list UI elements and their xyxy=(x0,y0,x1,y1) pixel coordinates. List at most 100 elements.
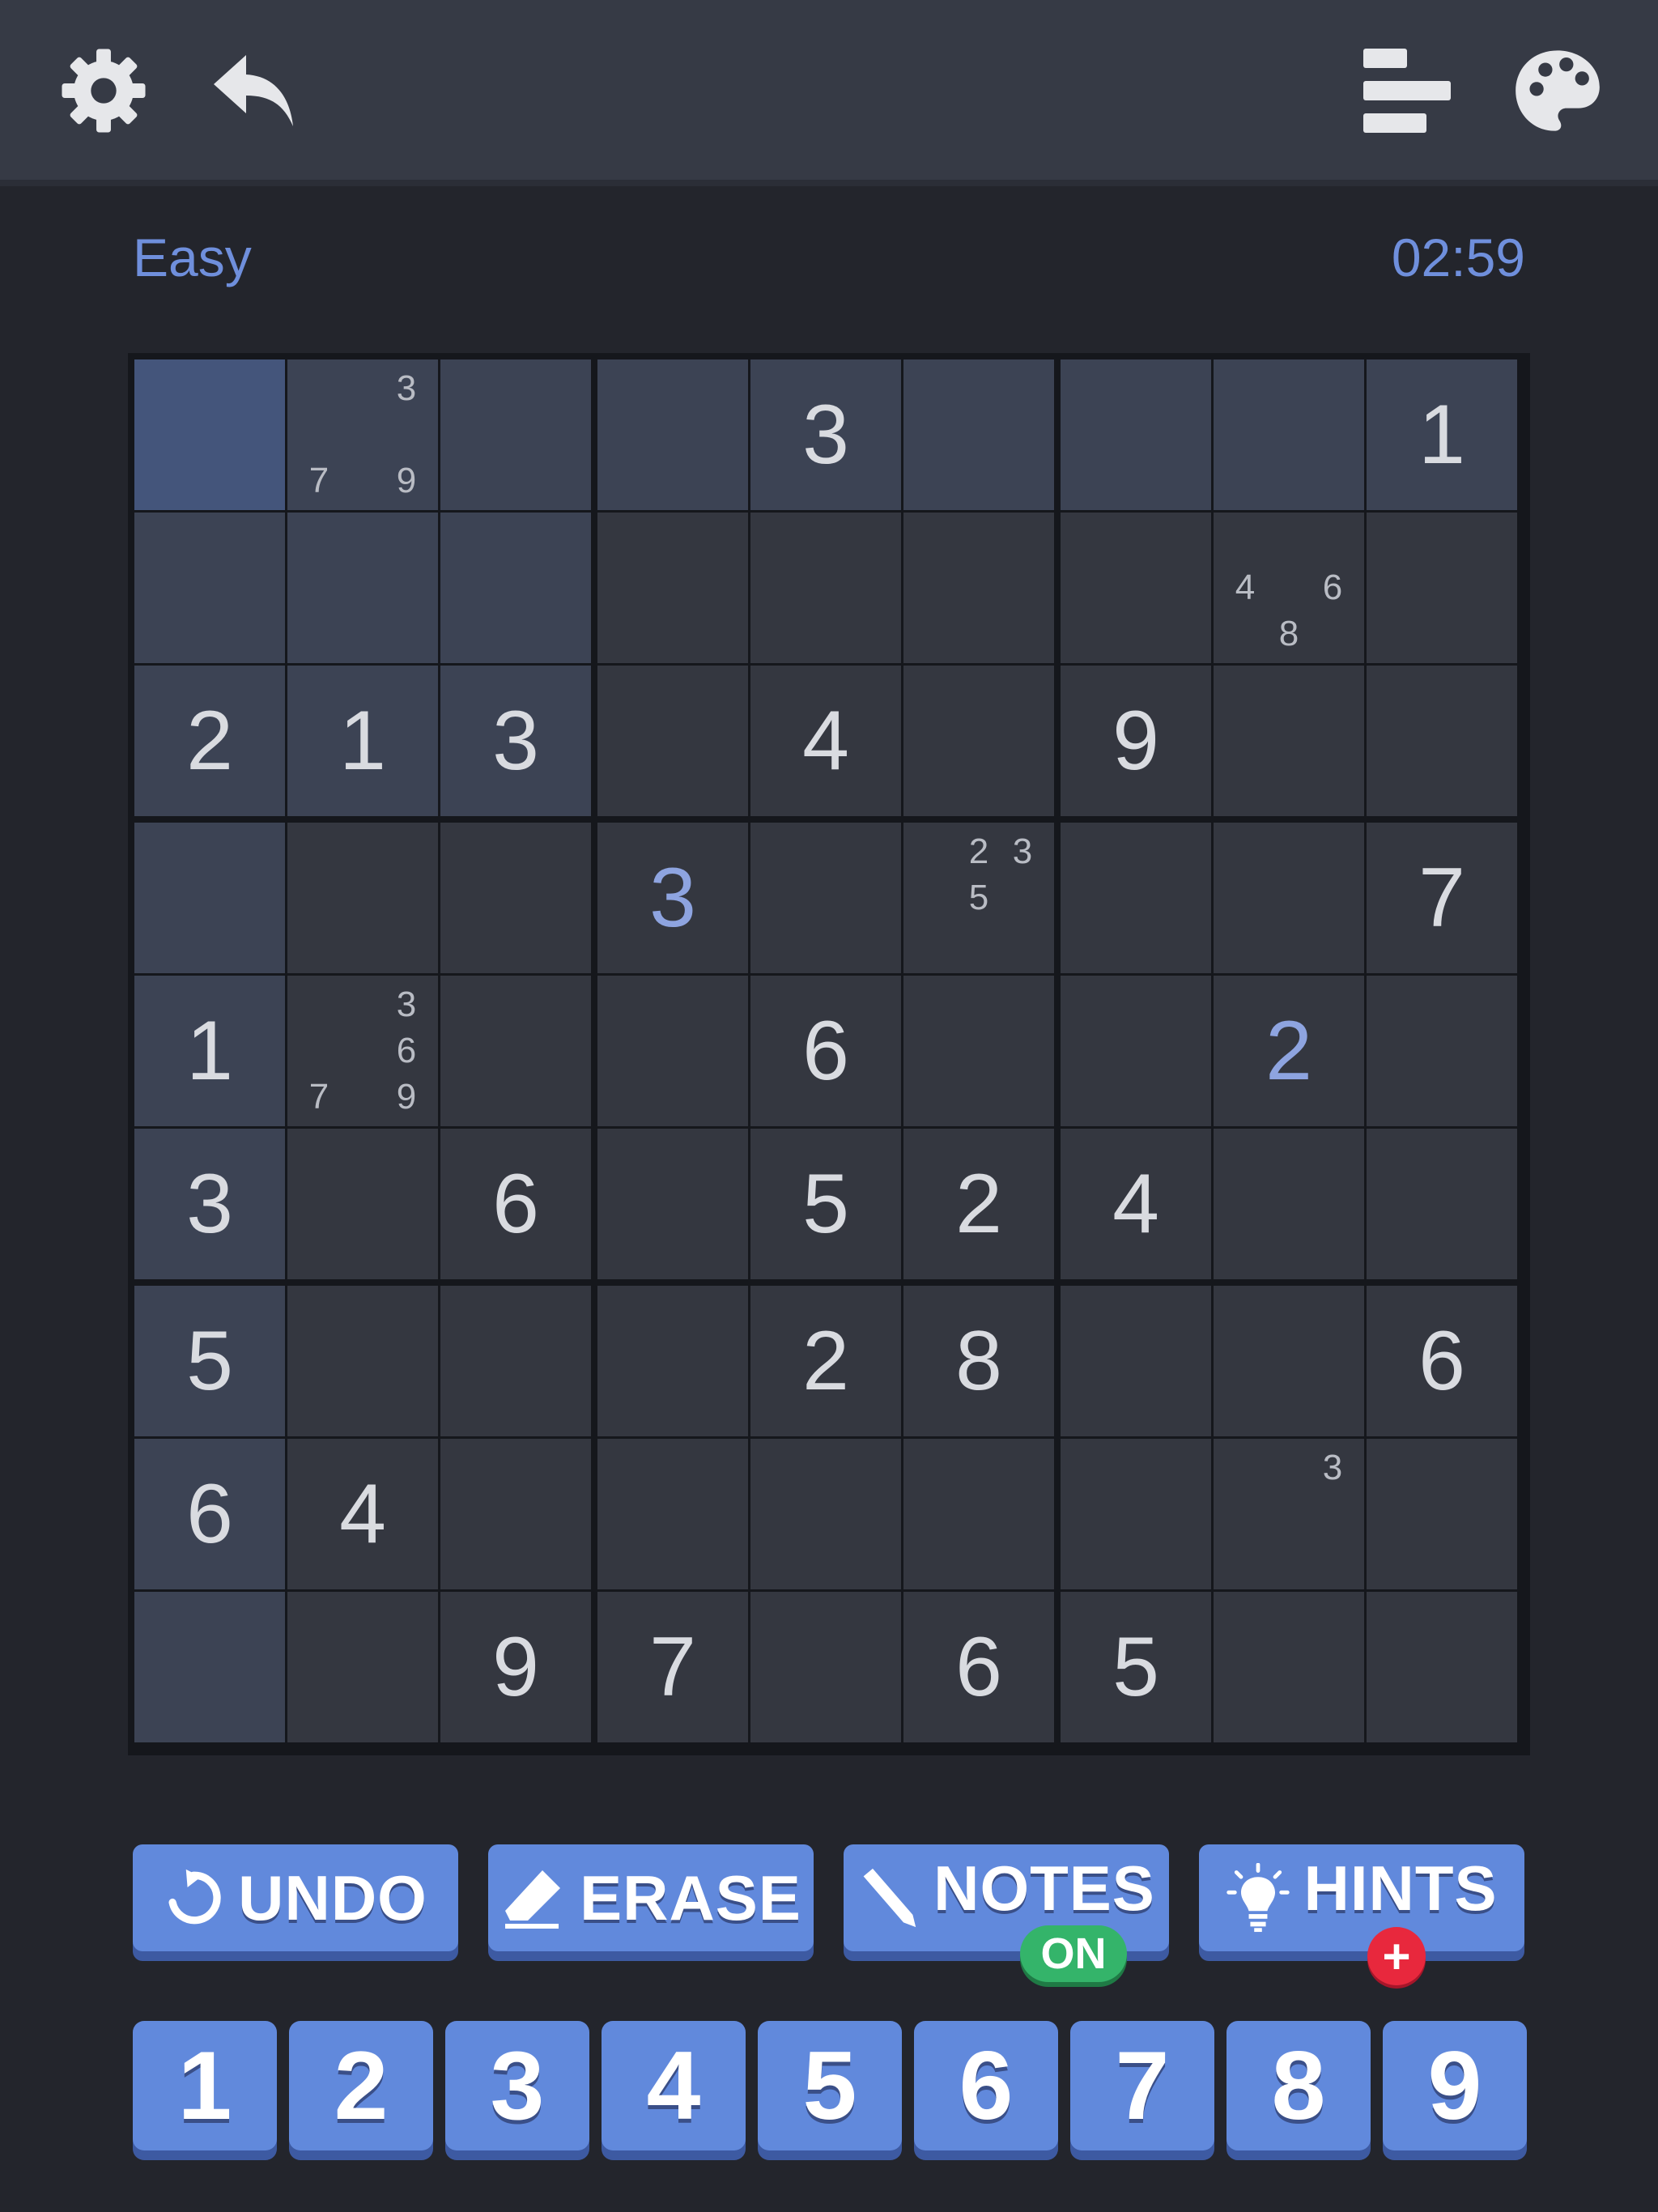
sudoku-cell[interactable] xyxy=(287,823,438,973)
hints-add-badge[interactable]: + xyxy=(1367,1927,1426,1985)
palette-icon[interactable] xyxy=(1514,47,1601,134)
sudoku-cell[interactable] xyxy=(1061,513,1211,663)
sudoku-cell[interactable]: 2 xyxy=(903,1129,1054,1279)
sudoku-cell[interactable]: 5 xyxy=(750,1129,901,1279)
sudoku-cell[interactable] xyxy=(1214,666,1364,816)
sudoku-cell[interactable] xyxy=(1214,823,1364,973)
sudoku-cell[interactable] xyxy=(1061,976,1211,1126)
sudoku-cell[interactable]: 6 xyxy=(1367,1286,1517,1436)
erase-button[interactable]: ERASE xyxy=(488,1844,814,1951)
number-key-9[interactable]: 9 xyxy=(1383,2021,1527,2150)
sudoku-cell[interactable]: 4 xyxy=(287,1439,438,1589)
sudoku-cell[interactable] xyxy=(1214,1592,1364,1742)
number-key-1[interactable]: 1 xyxy=(133,2021,277,2150)
sudoku-cell[interactable] xyxy=(440,513,591,663)
sudoku-cell[interactable] xyxy=(1061,823,1211,973)
sudoku-cell[interactable] xyxy=(1367,1592,1517,1742)
sudoku-cell[interactable] xyxy=(287,513,438,663)
sudoku-cell[interactable] xyxy=(287,1129,438,1279)
number-key-4[interactable]: 4 xyxy=(602,2021,746,2150)
sudoku-cell[interactable]: 1 xyxy=(1367,359,1517,510)
number-key-8[interactable]: 8 xyxy=(1226,2021,1371,2150)
sudoku-cell[interactable] xyxy=(903,976,1054,1126)
sudoku-cell[interactable]: 9 xyxy=(1061,666,1211,816)
sudoku-cell[interactable] xyxy=(440,359,591,510)
sudoku-cell[interactable]: 6 xyxy=(134,1439,285,1589)
sudoku-cell[interactable]: 3 7 9 xyxy=(287,359,438,510)
sudoku-cell[interactable] xyxy=(750,513,901,663)
sudoku-cell[interactable]: 7 xyxy=(597,1592,748,1742)
sudoku-cell[interactable]: 1 xyxy=(287,666,438,816)
number-key-7[interactable]: 7 xyxy=(1070,2021,1214,2150)
sudoku-cell[interactable]: 6 xyxy=(903,1592,1054,1742)
sudoku-cell[interactable] xyxy=(1367,976,1517,1126)
sudoku-cell[interactable] xyxy=(1214,1129,1364,1279)
number-key-5[interactable]: 5 xyxy=(758,2021,902,2150)
sudoku-cell[interactable]: 3 6 7 9 xyxy=(287,976,438,1126)
sudoku-cell[interactable] xyxy=(597,1439,748,1589)
sudoku-cell[interactable] xyxy=(1367,513,1517,663)
sudoku-cell[interactable]: 3 xyxy=(750,359,901,510)
sudoku-cell[interactable]: 2 xyxy=(750,1286,901,1436)
sudoku-cell[interactable]: 4 xyxy=(1061,1129,1211,1279)
sudoku-cell[interactable]: 2 xyxy=(134,666,285,816)
sudoku-cell[interactable] xyxy=(903,1439,1054,1589)
leaderboard-icon[interactable] xyxy=(1362,47,1452,136)
sudoku-cell[interactable] xyxy=(287,1286,438,1436)
sudoku-cell[interactable] xyxy=(1367,666,1517,816)
sudoku-cell[interactable]: 5 xyxy=(1061,1592,1211,1742)
sudoku-cell[interactable] xyxy=(1214,1286,1364,1436)
sudoku-cell[interactable] xyxy=(1061,1286,1211,1436)
sudoku-cell[interactable] xyxy=(597,1129,748,1279)
hints-button[interactable]: HINTS + xyxy=(1199,1844,1524,1985)
sudoku-cell[interactable]: 4 xyxy=(750,666,901,816)
notes-button[interactable]: NOTES ON xyxy=(844,1844,1169,1982)
sudoku-cell[interactable] xyxy=(903,513,1054,663)
sudoku-cell[interactable]: 235 xyxy=(903,823,1054,973)
sudoku-cell[interactable]: 2 xyxy=(1214,976,1364,1126)
sudoku-cell[interactable]: 3 xyxy=(597,823,748,973)
number-key-2[interactable]: 2 xyxy=(289,2021,433,2150)
number-key-3[interactable]: 3 xyxy=(445,2021,589,2150)
sudoku-cell[interactable] xyxy=(287,1592,438,1742)
gear-icon[interactable] xyxy=(58,45,149,136)
sudoku-cell[interactable] xyxy=(750,1439,901,1589)
undo-button[interactable]: UNDO xyxy=(133,1844,458,1951)
sudoku-cell[interactable] xyxy=(1061,359,1211,510)
sudoku-cell[interactable] xyxy=(134,359,285,510)
sudoku-cell[interactable]: 5 xyxy=(134,1286,285,1436)
sudoku-cell[interactable]: 3 xyxy=(1214,1439,1364,1589)
sudoku-cell[interactable] xyxy=(1367,1439,1517,1589)
sudoku-cell[interactable] xyxy=(440,976,591,1126)
sudoku-cell[interactable] xyxy=(134,823,285,973)
sudoku-cell[interactable] xyxy=(134,513,285,663)
sudoku-cell[interactable] xyxy=(597,1286,748,1436)
sudoku-cell[interactable]: 1 xyxy=(134,976,285,1126)
sudoku-cell[interactable] xyxy=(1367,1129,1517,1279)
sudoku-cell[interactable] xyxy=(903,666,1054,816)
sudoku-cell[interactable]: 6 xyxy=(750,976,901,1126)
sudoku-cell[interactable]: 6 xyxy=(440,1129,591,1279)
sudoku-cell[interactable] xyxy=(597,359,748,510)
number-key-6[interactable]: 6 xyxy=(914,2021,1058,2150)
note-digit xyxy=(913,875,957,921)
sudoku-cell[interactable] xyxy=(440,1439,591,1589)
sudoku-cell[interactable] xyxy=(597,976,748,1126)
sudoku-cell[interactable]: 8 xyxy=(903,1286,1054,1436)
sudoku-cell[interactable]: 4 68 xyxy=(1214,513,1364,663)
sudoku-cell[interactable] xyxy=(750,1592,901,1742)
sudoku-cell[interactable] xyxy=(1061,1439,1211,1589)
sudoku-cell[interactable] xyxy=(440,823,591,973)
sudoku-cell[interactable] xyxy=(903,359,1054,510)
back-arrow-icon[interactable] xyxy=(212,52,296,133)
sudoku-cell[interactable] xyxy=(1214,359,1364,510)
sudoku-cell[interactable] xyxy=(597,513,748,663)
sudoku-cell[interactable] xyxy=(597,666,748,816)
sudoku-cell[interactable]: 3 xyxy=(134,1129,285,1279)
sudoku-cell[interactable] xyxy=(134,1592,285,1742)
sudoku-cell[interactable]: 7 xyxy=(1367,823,1517,973)
sudoku-cell[interactable]: 3 xyxy=(440,666,591,816)
sudoku-cell[interactable] xyxy=(440,1286,591,1436)
sudoku-cell[interactable]: 9 xyxy=(440,1592,591,1742)
sudoku-cell[interactable] xyxy=(750,823,901,973)
